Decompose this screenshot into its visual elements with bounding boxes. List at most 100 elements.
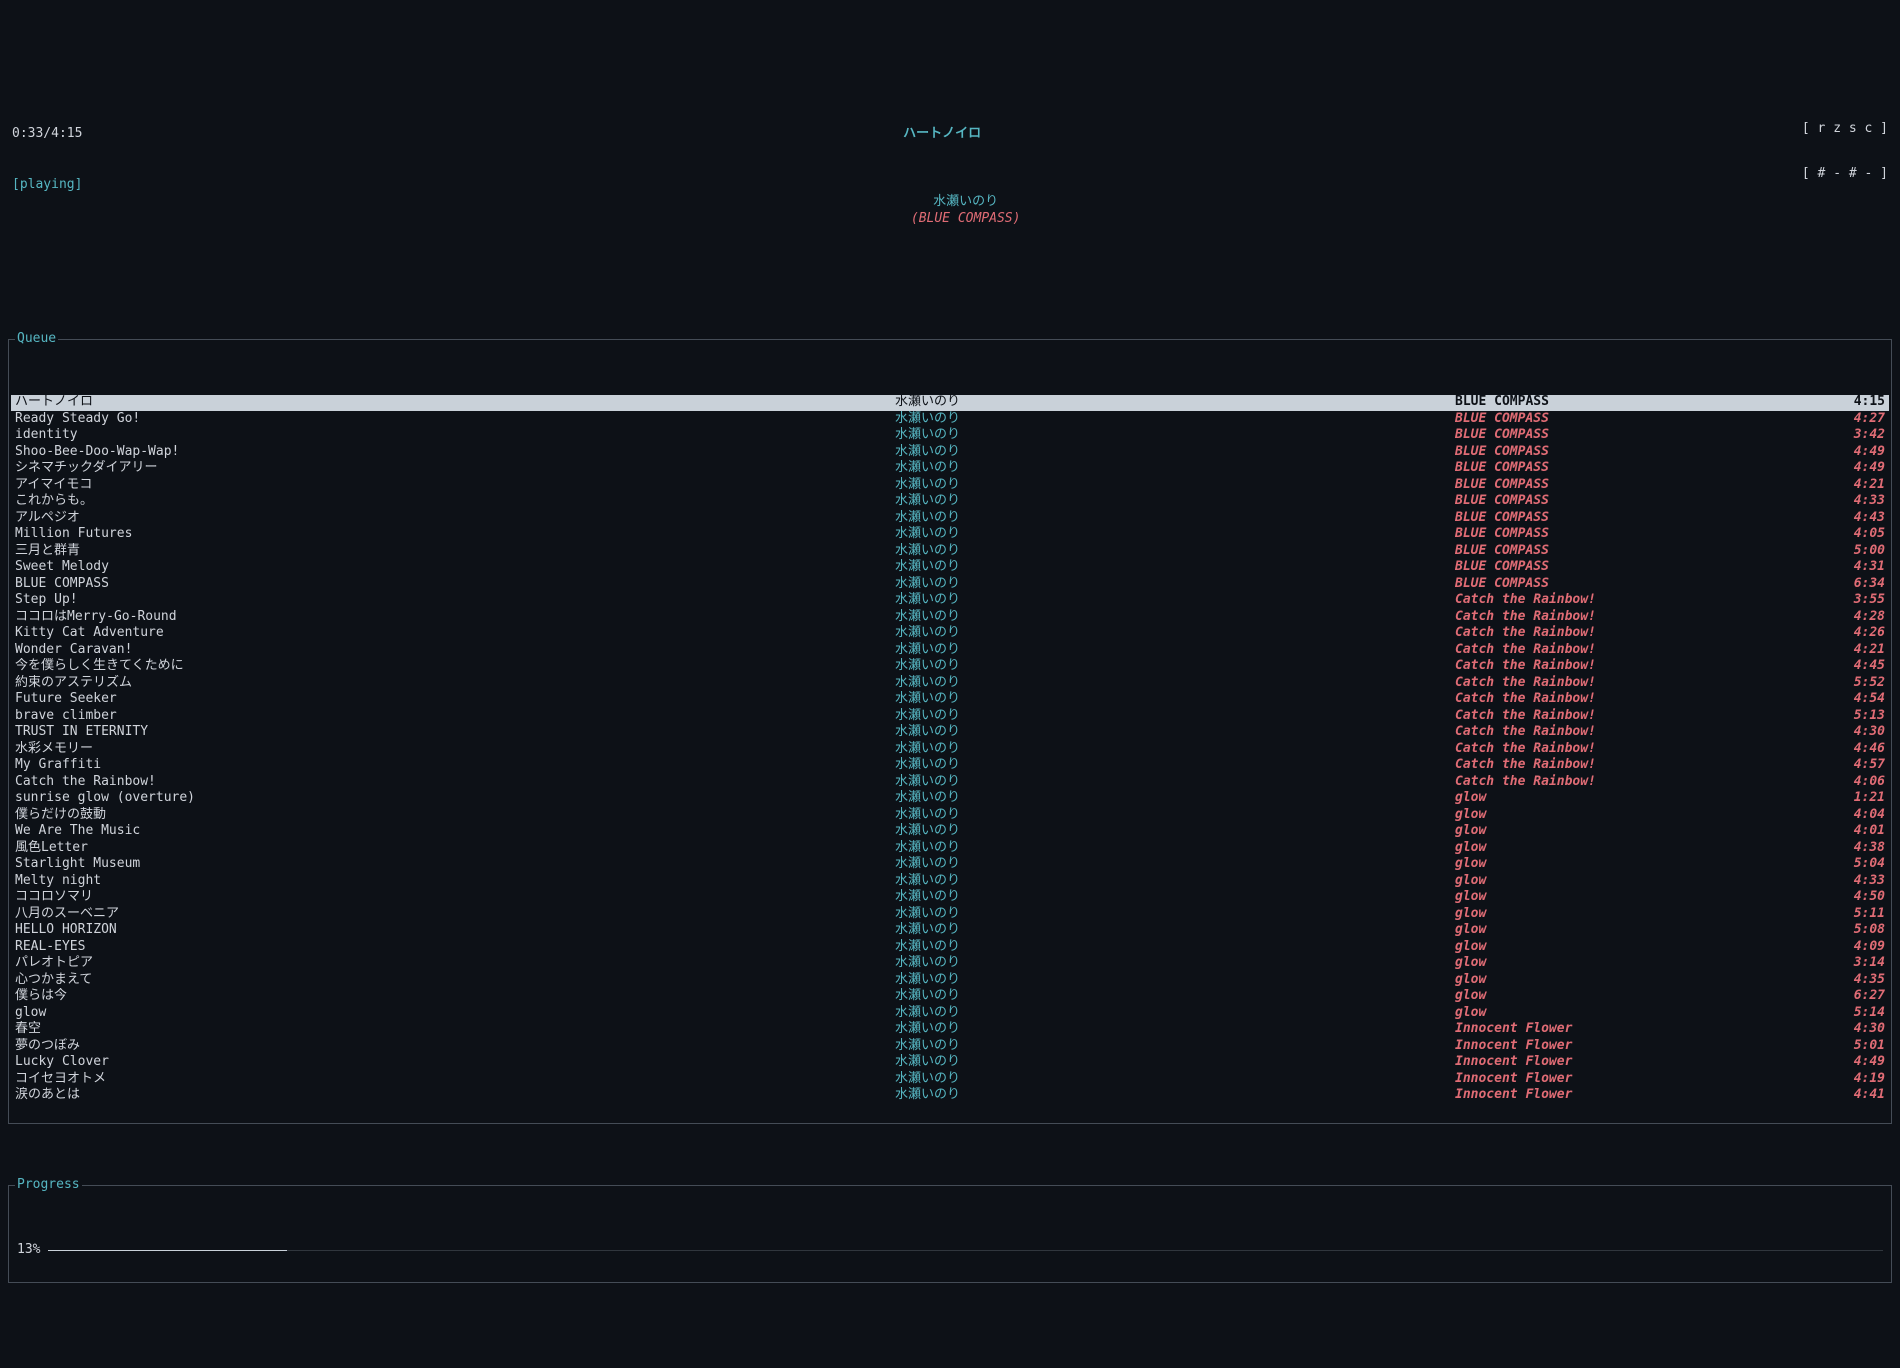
queue-row[interactable]: 夢のつぼみ水瀬いのりInnocent Flower5:01 (11, 1038, 1889, 1055)
queue-row[interactable]: 水彩メモリー水瀬いのりCatch the Rainbow!4:46 (11, 741, 1889, 758)
queue-row[interactable]: 約束のアステリズム水瀬いのりCatch the Rainbow!5:52 (11, 675, 1889, 692)
queue-row[interactable]: brave climber水瀬いのりCatch the Rainbow!5:13 (11, 708, 1889, 725)
queue-row[interactable]: Future Seeker水瀬いのりCatch the Rainbow!4:54 (11, 692, 1889, 709)
track-title: パレオトピア (15, 955, 895, 972)
queue-row[interactable]: Melty night水瀬いのりglow4:33 (11, 873, 1889, 890)
track-artist: 水瀬いのり (895, 1054, 1455, 1071)
queue-row[interactable]: Million Futures水瀬いのりBLUE COMPASS4:05 (11, 527, 1889, 544)
track-duration: 4:01 (1825, 823, 1885, 840)
queue-row[interactable]: 三月と群青水瀬いのりBLUE COMPASS5:00 (11, 543, 1889, 560)
track-title: 夢のつぼみ (15, 1038, 895, 1055)
progress-panel-title: Progress (15, 1177, 82, 1194)
track-duration: 4:38 (1825, 840, 1885, 857)
track-artist: 水瀬いのり (895, 625, 1455, 642)
track-artist: 水瀬いのり (895, 592, 1455, 609)
queue-row[interactable]: identity水瀬いのりBLUE COMPASS3:42 (11, 428, 1889, 445)
track-album: Innocent Flower (1455, 1038, 1825, 1055)
queue-row[interactable]: TRUST IN ETERNITY水瀬いのりCatch the Rainbow!… (11, 725, 1889, 742)
track-title: 約束のアステリズム (15, 675, 895, 692)
queue-row[interactable]: Sweet Melody水瀬いのりBLUE COMPASS4:31 (11, 560, 1889, 577)
queue-list[interactable]: ハートノイロ水瀬いのりBLUE COMPASS4:15Ready Steady … (11, 395, 1889, 1105)
queue-row[interactable]: Starlight Museum水瀬いのりglow5:04 (11, 857, 1889, 874)
track-album: BLUE COMPASS (1455, 526, 1825, 543)
queue-row[interactable]: 春空水瀬いのりInnocent Flower4:30 (11, 1022, 1889, 1039)
queue-row[interactable]: コイセヨオトメ水瀬いのりInnocent Flower4:19 (11, 1071, 1889, 1088)
queue-row[interactable]: My Graffiti水瀬いのりCatch the Rainbow!4:57 (11, 758, 1889, 775)
track-title: 僕らだけの鼓動 (15, 807, 895, 824)
track-title: アイマイモコ (15, 477, 895, 494)
queue-row[interactable]: HELLO HORIZON水瀬いのりglow5:08 (11, 923, 1889, 940)
queue-row[interactable]: Wonder Caravan!水瀬いのりCatch the Rainbow!4:… (11, 642, 1889, 659)
track-title: REAL-EYES (15, 939, 895, 956)
queue-row[interactable]: 涙のあとは水瀬いのりInnocent Flower4:41 (11, 1088, 1889, 1105)
queue-row[interactable]: Catch the Rainbow!水瀬いのりCatch the Rainbow… (11, 774, 1889, 791)
queue-row[interactable]: Shoo-Bee-Doo-Wap-Wap!水瀬いのりBLUE COMPASS4:… (11, 444, 1889, 461)
track-title: My Graffiti (15, 757, 895, 774)
now-playing-artist: 水瀬いのり (933, 194, 998, 209)
track-duration: 3:14 (1825, 955, 1885, 972)
track-duration: 4:54 (1825, 691, 1885, 708)
track-album: Catch the Rainbow! (1455, 642, 1825, 659)
queue-row[interactable]: Lucky Clover水瀬いのりInnocent Flower4:49 (11, 1055, 1889, 1072)
track-artist: 水瀬いのり (895, 939, 1455, 956)
queue-row[interactable]: REAL-EYES水瀬いのりglow4:09 (11, 939, 1889, 956)
queue-row[interactable]: 僕らは今水瀬いのりglow6:27 (11, 989, 1889, 1006)
track-duration: 5:08 (1825, 922, 1885, 939)
queue-row[interactable]: ココロはMerry-Go-Round水瀬いのりCatch the Rainbow… (11, 609, 1889, 626)
track-duration: 6:34 (1825, 576, 1885, 593)
queue-row[interactable]: glow水瀬いのりglow5:14 (11, 1005, 1889, 1022)
track-album: Innocent Flower (1455, 1021, 1825, 1038)
queue-row[interactable]: Kitty Cat Adventure水瀬いのりCatch the Rainbo… (11, 626, 1889, 643)
track-title: ココロはMerry-Go-Round (15, 609, 895, 626)
track-duration: 6:27 (1825, 988, 1885, 1005)
track-artist: 水瀬いのり (895, 559, 1455, 576)
track-album: Catch the Rainbow! (1455, 675, 1825, 692)
queue-row[interactable]: sunrise glow (overture)水瀬いのりglow1:21 (11, 791, 1889, 808)
track-title: Starlight Museum (15, 856, 895, 873)
track-title: 今を僕らしく生きてくために (15, 658, 895, 675)
track-duration: 5:14 (1825, 1005, 1885, 1022)
track-artist: 水瀬いのり (895, 543, 1455, 560)
queue-row[interactable]: 八月のスーベニア水瀬いのりglow5:11 (11, 906, 1889, 923)
header-center: ハートノイロ 水瀬いのり (BLUE COMPASS) (864, 92, 1021, 278)
track-duration: 5:11 (1825, 906, 1885, 923)
track-album: Catch the Rainbow! (1455, 609, 1825, 626)
queue-panel: Queue ハートノイロ水瀬いのりBLUE COMPASS4:15Ready S… (8, 339, 1892, 1124)
track-album: BLUE COMPASS (1455, 510, 1825, 527)
queue-row[interactable]: ハートノイロ水瀬いのりBLUE COMPASS4:15 (11, 395, 1889, 412)
track-title: 三月と群青 (15, 543, 895, 560)
progress-bar[interactable] (48, 1250, 1883, 1251)
track-album: Innocent Flower (1455, 1071, 1825, 1088)
track-duration: 5:13 (1825, 708, 1885, 725)
track-album: BLUE COMPASS (1455, 576, 1825, 593)
queue-row[interactable]: BLUE COMPASS水瀬いのりBLUE COMPASS6:34 (11, 576, 1889, 593)
track-artist: 水瀬いのり (895, 427, 1455, 444)
track-title: We Are The Music (15, 823, 895, 840)
track-duration: 4:50 (1825, 889, 1885, 906)
queue-row[interactable]: シネマチックダイアリー水瀬いのりBLUE COMPASS4:49 (11, 461, 1889, 478)
queue-row[interactable]: Step Up!水瀬いのりCatch the Rainbow!3:55 (11, 593, 1889, 610)
track-artist: 水瀬いのり (895, 576, 1455, 593)
track-album: BLUE COMPASS (1455, 460, 1825, 477)
queue-panel-title: Queue (15, 331, 58, 348)
track-duration: 4:45 (1825, 658, 1885, 675)
track-album: Innocent Flower (1455, 1087, 1825, 1104)
queue-row[interactable]: アルペジオ水瀬いのりBLUE COMPASS4:43 (11, 510, 1889, 527)
queue-row[interactable]: アイマイモコ水瀬いのりBLUE COMPASS4:21 (11, 477, 1889, 494)
track-title: アルペジオ (15, 510, 895, 527)
queue-row[interactable]: パレオトピア水瀬いのりglow3:14 (11, 956, 1889, 973)
queue-row[interactable]: ココロソマリ水瀬いのりglow4:50 (11, 890, 1889, 907)
player-header: 0:33/4:15 [playing] ハートノイロ 水瀬いのり (BLUE C… (8, 90, 1892, 284)
queue-row[interactable]: 風色Letter水瀬いのりglow4:38 (11, 840, 1889, 857)
queue-row[interactable]: 心つかまえて水瀬いのりglow4:35 (11, 972, 1889, 989)
track-title: Melty night (15, 873, 895, 890)
queue-row[interactable]: これからも。水瀬いのりBLUE COMPASS4:33 (11, 494, 1889, 511)
queue-row[interactable]: 今を僕らしく生きてくために水瀬いのりCatch the Rainbow!4:45 (11, 659, 1889, 676)
track-album: glow (1455, 988, 1825, 1005)
queue-row[interactable]: 僕らだけの鼓動水瀬いのりglow4:04 (11, 807, 1889, 824)
track-artist: 水瀬いのり (895, 1087, 1455, 1104)
queue-row[interactable]: Ready Steady Go!水瀬いのりBLUE COMPASS4:27 (11, 411, 1889, 428)
track-artist: 水瀬いのり (895, 790, 1455, 807)
queue-row[interactable]: We Are The Music水瀬いのりglow4:01 (11, 824, 1889, 841)
track-artist: 水瀬いのり (895, 708, 1455, 725)
